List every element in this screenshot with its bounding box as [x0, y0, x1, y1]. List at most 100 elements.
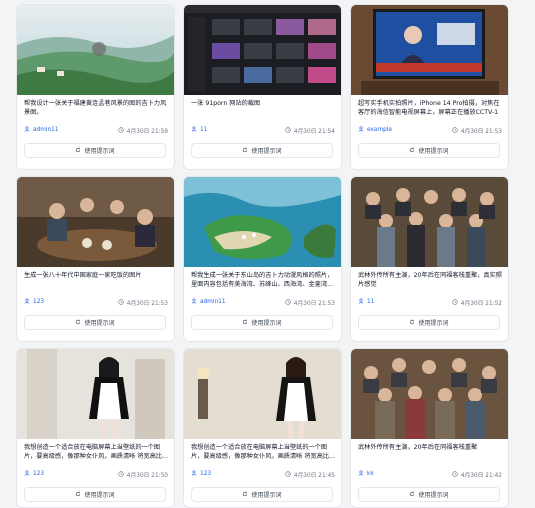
refresh-icon: [242, 147, 248, 155]
card-thumbnail[interactable]: [184, 349, 341, 439]
card-meta: 123 4月30日 21:53: [24, 298, 168, 307]
prompt-card[interactable]: 生成一张八十年代中国家庭一家吃饭的图片 123 4月30日 21:53 使用提示…: [16, 176, 175, 342]
use-prompt-button[interactable]: 使用提示词: [24, 315, 166, 330]
card-meta: admin11 4月30日 21:53: [191, 298, 335, 307]
user-icon: [191, 470, 197, 478]
refresh-icon: [409, 319, 415, 327]
user-icon: [191, 126, 197, 134]
user-icon: [358, 470, 364, 478]
use-prompt-button[interactable]: 使用提示词: [191, 315, 333, 330]
card-thumbnail[interactable]: [351, 5, 508, 95]
use-prompt-label: 使用提示词: [418, 148, 449, 155]
author-name[interactable]: 123: [33, 471, 44, 477]
card-description: 一张 91porn 网站的截图: [191, 100, 261, 107]
use-prompt-label: 使用提示词: [251, 492, 282, 499]
refresh-icon: [242, 491, 248, 499]
timestamp: 4月30日 21:42: [460, 473, 502, 479]
prompt-card[interactable]: 我想创造一个适合放在电脑屏幕上当壁纸的一个图片，要高级感，像那种女仆风，画质清晰…: [16, 348, 175, 508]
author-name[interactable]: 11: [367, 299, 374, 305]
timestamp: 4月30日 21:53: [293, 301, 335, 307]
user-icon: [24, 298, 30, 306]
card-meta: kk 4月30日 21:42: [358, 470, 502, 479]
card-time: 4月30日 21:42: [452, 470, 502, 479]
card-thumbnail[interactable]: [17, 349, 174, 439]
card-author[interactable]: 123: [24, 298, 44, 306]
use-prompt-button[interactable]: 使用提示词: [358, 315, 500, 330]
clock-icon: [118, 470, 124, 479]
card-description: 帮我生成一张关于东山岛的吉卜力动漫风格的照片，里面内容包括有美海湾、苏峰山、西海…: [191, 272, 334, 288]
card-thumbnail[interactable]: [184, 5, 341, 95]
card-description: 帮我设计一张关于福建黄连孟巷风景的图的吉卜力风景图。: [24, 100, 167, 116]
user-icon: [24, 126, 30, 134]
card-author[interactable]: 123: [191, 470, 211, 478]
use-prompt-label: 使用提示词: [251, 320, 282, 327]
card-meta: 11 4月30日 21:54: [191, 126, 335, 135]
use-prompt-label: 使用提示词: [418, 320, 449, 327]
card-description: 武林外传所有主演，20年后在同福客栈重聚: [358, 444, 478, 451]
card-thumbnail[interactable]: [17, 177, 174, 267]
author-name[interactable]: 123: [200, 471, 211, 477]
clock-icon: [118, 298, 124, 307]
card-meta: admin11 4月30日 21:59: [24, 126, 168, 135]
timestamp: 4月30日 21:52: [460, 301, 502, 307]
use-prompt-button[interactable]: 使用提示词: [191, 143, 333, 158]
use-prompt-button[interactable]: 使用提示词: [24, 143, 166, 158]
prompt-card[interactable]: 一张 91porn 网站的截图 11 4月30日 21:54 使用提示词: [183, 4, 342, 170]
author-name[interactable]: 11: [200, 127, 207, 133]
author-name[interactable]: kk: [367, 471, 374, 477]
use-prompt-label: 使用提示词: [418, 492, 449, 499]
author-name[interactable]: admin11: [33, 127, 59, 133]
prompt-card[interactable]: 武林外传所有主演，20年后在同福客栈重聚 kk 4月30日 21:42 使用提示…: [350, 348, 509, 508]
clock-icon: [118, 126, 124, 135]
refresh-icon: [75, 491, 81, 499]
card-author[interactable]: kk: [358, 470, 374, 478]
prompt-card[interactable]: 我想创造一个适合放在电脑屏幕上当壁纸的一个图片，要高级感，像那种女仆风，画质清晰…: [183, 348, 342, 508]
author-name[interactable]: 123: [33, 299, 44, 305]
card-author[interactable]: admin11: [24, 126, 59, 134]
timestamp: 4月30日 21:54: [293, 129, 335, 135]
card-meta: 11 4月30日 21:52: [358, 298, 502, 307]
refresh-icon: [409, 147, 415, 155]
use-prompt-button[interactable]: 使用提示词: [358, 143, 500, 158]
refresh-icon: [75, 147, 81, 155]
card-description: 我想创造一个适合放在电脑屏幕上当壁纸的一个图片，要高级感，像那种女仆风，画质清晰…: [24, 444, 168, 460]
prompt-card[interactable]: 帮我设计一张关于福建黄连孟巷风景的图的吉卜力风景图。 admin11 4月30日…: [16, 4, 175, 170]
card-time: 4月30日 21:53: [118, 298, 168, 307]
clock-icon: [285, 126, 291, 135]
clock-icon: [452, 298, 458, 307]
card-meta: 123 4月30日 21:50: [24, 470, 168, 479]
card-author[interactable]: example: [358, 126, 392, 134]
user-icon: [191, 298, 197, 306]
author-name[interactable]: example: [367, 127, 392, 133]
card-author[interactable]: 11: [191, 126, 207, 134]
card-time: 4月30日 21:50: [118, 470, 168, 479]
prompt-card[interactable]: 超写实手机实拍照片，iPhone 14 Pro拍摄，对焦在客厅的海信智能电视屏幕…: [350, 4, 509, 170]
prompt-gallery-grid: 帮我设计一张关于福建黄连孟巷风景的图的吉卜力风景图。 admin11 4月30日…: [0, 0, 535, 508]
clock-icon: [285, 298, 291, 307]
card-time: 4月30日 21:52: [452, 298, 502, 307]
card-description: 生成一张八十年代中国家庭一家吃饭的图片: [24, 272, 142, 279]
prompt-card[interactable]: 帮我生成一张关于东山岛的吉卜力动漫风格的照片，里面内容包括有美海湾、苏峰山、西海…: [183, 176, 342, 342]
card-thumbnail[interactable]: [351, 349, 508, 439]
card-time: 4月30日 21:59: [118, 126, 168, 135]
use-prompt-label: 使用提示词: [84, 320, 115, 327]
clock-icon: [452, 470, 458, 479]
card-author[interactable]: 11: [358, 298, 374, 306]
card-meta: example 4月30日 21:53: [358, 126, 502, 135]
card-author[interactable]: 123: [24, 470, 44, 478]
card-thumbnail[interactable]: [17, 5, 174, 95]
timestamp: 4月30日 21:59: [126, 129, 168, 135]
card-thumbnail[interactable]: [184, 177, 341, 267]
card-thumbnail[interactable]: [351, 177, 508, 267]
refresh-icon: [75, 319, 81, 327]
use-prompt-label: 使用提示词: [251, 148, 282, 155]
card-time: 4月30日 21:45: [285, 470, 335, 479]
card-time: 4月30日 21:53: [452, 126, 502, 135]
timestamp: 4月30日 21:53: [126, 301, 168, 307]
prompt-card[interactable]: 武林外传所有主演，20年后在同福客栈重聚，真实照片感觉 11 4月30日 21:…: [350, 176, 509, 342]
card-author[interactable]: admin11: [191, 298, 226, 306]
clock-icon: [452, 126, 458, 135]
use-prompt-label: 使用提示词: [84, 148, 115, 155]
author-name[interactable]: admin11: [200, 299, 226, 305]
user-icon: [24, 470, 30, 478]
